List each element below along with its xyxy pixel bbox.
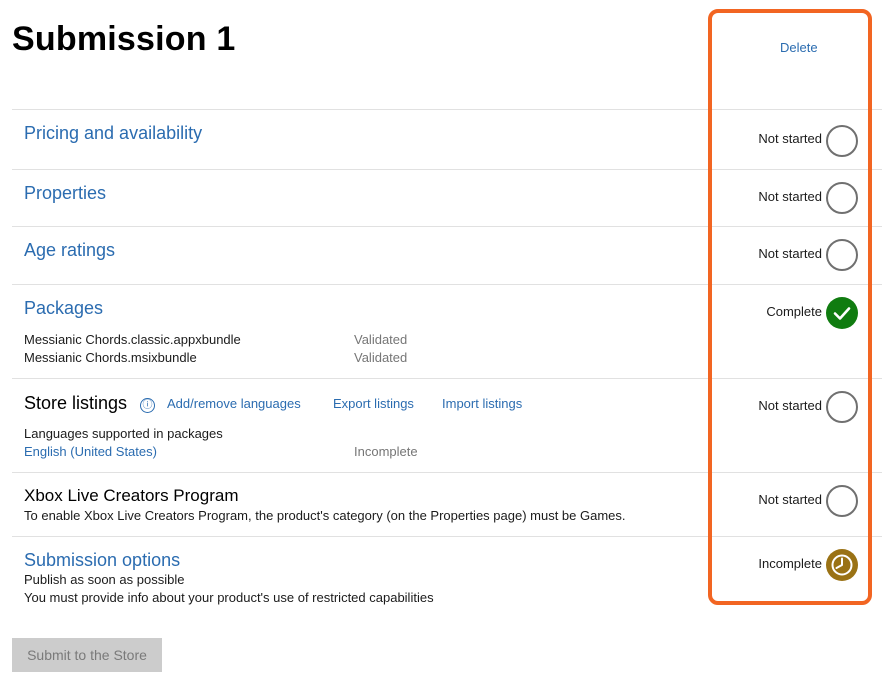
divider [12, 226, 882, 227]
language-state: Incomplete [354, 444, 418, 459]
submission-options-status: Incomplete [758, 556, 822, 571]
package-file-name: Messianic Chords.msixbundle [24, 350, 197, 365]
not-started-circle-icon [826, 391, 858, 423]
submission-options-line: You must provide info about your product… [24, 590, 434, 605]
page-title: Submission 1 [12, 20, 236, 58]
xbox-status: Not started [758, 492, 822, 507]
section-packages-title[interactable]: Packages [24, 298, 103, 319]
info-icon[interactable]: ⓘ [140, 398, 155, 413]
languages-heading: Languages supported in packages [24, 426, 223, 441]
age-ratings-status: Not started [758, 246, 822, 261]
section-age-ratings-title[interactable]: Age ratings [24, 240, 115, 261]
add-remove-languages-link[interactable]: Add/remove languages [167, 396, 301, 411]
submit-to-store-button[interactable]: Submit to the Store [12, 638, 162, 672]
section-store-listings-title: Store listings [24, 393, 128, 413]
section-submission-options-title[interactable]: Submission options [24, 550, 180, 571]
section-pricing-title[interactable]: Pricing and availability [24, 123, 202, 144]
delete-link[interactable]: Delete [780, 40, 818, 55]
package-file-name: Messianic Chords.classic.appxbundle [24, 332, 241, 347]
not-started-circle-icon [826, 125, 858, 157]
clock-circle-icon [826, 549, 858, 581]
section-xbox-title: Xbox Live Creators Program [24, 486, 239, 505]
divider [12, 536, 882, 537]
packages-status: Complete [766, 304, 822, 319]
pricing-status: Not started [758, 131, 822, 146]
not-started-circle-icon [826, 485, 858, 517]
package-file-state: Validated [354, 350, 408, 365]
divider [12, 472, 882, 473]
language-link-en-us[interactable]: English (United States) [24, 444, 157, 459]
divider [12, 109, 882, 110]
submission-options-line: Publish as soon as possible [24, 572, 185, 587]
not-started-circle-icon [826, 239, 858, 271]
divider [12, 378, 882, 379]
divider [12, 284, 882, 285]
checkmark-circle-icon [826, 297, 858, 329]
properties-status: Not started [758, 189, 822, 204]
divider [12, 169, 882, 170]
xbox-description: To enable Xbox Live Creators Program, th… [24, 508, 626, 523]
export-listings-link[interactable]: Export listings [333, 396, 414, 411]
section-properties-title[interactable]: Properties [24, 183, 106, 204]
not-started-circle-icon [826, 182, 858, 214]
store-listings-status: Not started [758, 398, 822, 413]
import-listings-link[interactable]: Import listings [442, 396, 522, 411]
package-file-state: Validated [354, 332, 408, 347]
